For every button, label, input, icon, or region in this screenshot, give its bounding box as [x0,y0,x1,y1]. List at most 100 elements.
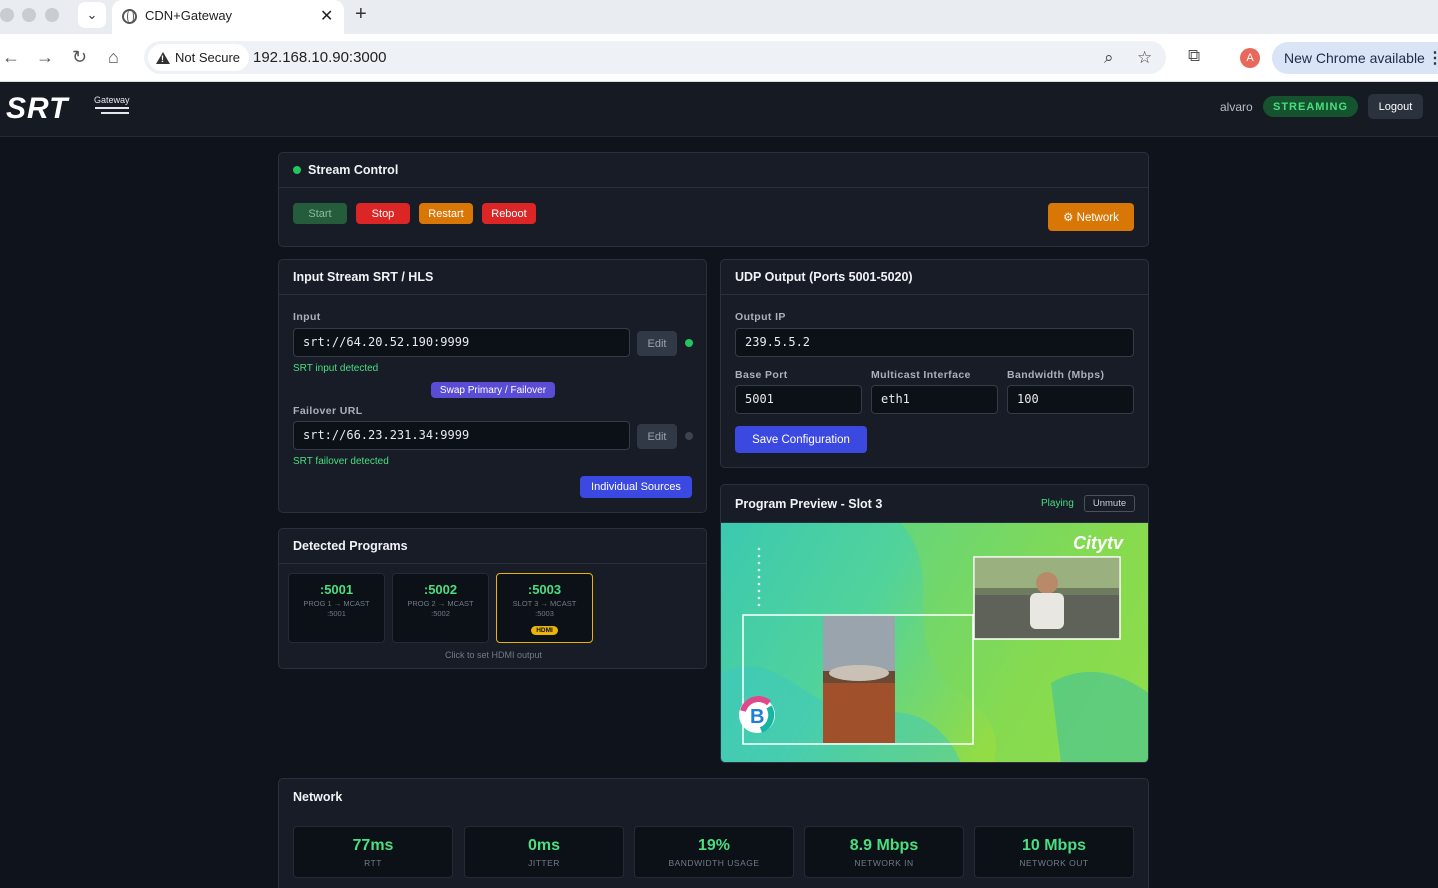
input-stream-header: Input Stream SRT / HLS [279,260,706,295]
stat-label: NETWORK OUT [1019,858,1089,868]
input-label: Input [293,311,321,323]
multicast-interface-label: Multicast Interface [871,369,971,381]
video-preview[interactable]: B Citytv [721,523,1148,762]
programs-hint: Click to set HDMI output [444,650,543,660]
stream-control-header: Stream Control [279,153,1148,188]
stream-control-title: Stream Control [308,163,399,177]
reboot-button[interactable]: Reboot [482,203,536,224]
window-minimize-control[interactable] [22,8,36,22]
stat-network-in: 8.9 Mbps NETWORK IN [804,826,964,878]
udp-output-header: UDP Output (Ports 5001-5020) [721,260,1148,295]
stat-value: 77ms [352,837,394,854]
playback-state: Playing [1041,498,1074,509]
program-desc: SLOT 3 → MCAST :5003 [512,599,577,618]
forward-arrow-icon[interactable]: → [36,47,54,68]
window-maximize-control[interactable] [45,8,59,22]
app-header: SRT Gateway alvaro STREAMING Logout [0,82,1438,137]
security-chip[interactable]: Not Secure [148,44,250,71]
extensions-puzzle-icon[interactable]: ⧉ [1188,46,1200,66]
browser-tab-strip: ⌄ CDN+Gateway ✕ + [0,0,1438,34]
logout-button[interactable]: Logout [1368,94,1423,119]
stat-value: 0ms [527,837,561,854]
stat-label: NETWORK IN [854,858,914,868]
failover-status-text: SRT failover detected [293,456,389,467]
edit-failover-button[interactable]: Edit [637,424,677,449]
url-text[interactable]: 192.168.10.90:3000 [253,49,386,66]
program-card-5003[interactable]: :5003 SLOT 3 → MCAST :5003 HDMI [496,573,593,643]
zoom-icon[interactable]: ⌕ [1104,48,1114,68]
output-ip-label: Output IP [735,311,786,323]
tab-close-icon[interactable]: ✕ [320,6,333,26]
stat-rtt: 77ms RTT [293,826,453,878]
stat-value: 19% [697,837,731,854]
program-port: :5001 [319,582,354,597]
browser-toolbar: ← → ↻ ⌂ Not Secure 192.168.10.90:3000 ⌕ … [0,34,1438,82]
udp-output-card: UDP Output (Ports 5001-5020) Output IP 2… [720,259,1149,468]
warning-icon [156,51,170,64]
network-settings-button[interactable]: ⚙ Network [1048,203,1134,231]
profile-avatar[interactable]: A [1240,48,1260,68]
failover-label: Failover URL [293,405,363,417]
tab-search-chevron-icon[interactable]: ⌄ [78,2,106,28]
menu-kebab-icon[interactable]: ⋮ [1427,48,1438,68]
edit-input-button[interactable]: Edit [637,331,677,356]
start-button[interactable]: Start [293,203,347,224]
bookmark-star-icon[interactable]: ☆ [1137,48,1152,68]
svg-text:B: B [750,706,764,728]
logo-subtitle: Gateway [94,95,130,105]
stat-value: 10 Mbps [1021,837,1086,854]
logo-text: SRT [6,92,69,125]
failover-status-dot [685,432,693,440]
window-close-control[interactable] [0,8,14,22]
preview-title: Program Preview - Slot 3 [735,496,883,511]
tab-title: CDN+Gateway [145,8,233,23]
network-header: Network [293,789,343,804]
stat-label: JITTER [528,858,560,868]
base-port-field[interactable]: 5001 [735,385,862,414]
input-url-field[interactable]: srt://64.20.52.190:9999 [293,328,630,357]
program-desc: PROG 1 → MCAST :5001 [303,599,370,618]
back-arrow-icon[interactable]: ← [2,47,20,68]
stat-jitter: 0ms JITTER [464,826,624,878]
input-stream-card: Input Stream SRT / HLS Input srt://64.20… [278,259,707,513]
save-configuration-button[interactable]: Save Configuration [735,426,867,453]
hdmi-badge: HDMI [531,626,558,635]
unmute-button[interactable]: Unmute [1084,495,1135,512]
swap-primary-failover-button[interactable]: Swap Primary / Failover [431,382,555,398]
multicast-interface-field[interactable]: eth1 [871,385,998,414]
stat-network-out: 10 Mbps NETWORK OUT [974,826,1134,878]
security-label: Not Secure [175,50,241,65]
input-status-text: SRT input detected [293,363,379,374]
output-ip-field[interactable]: 239.5.5.2 [735,328,1134,357]
stat-bandwidth-usage: 19% BANDWIDTH USAGE [634,826,794,878]
logo-lines-icon [95,107,129,119]
program-card-5002[interactable]: :5002 PROG 2 → MCAST :5002 [392,573,489,643]
program-port: :5002 [423,582,458,597]
address-bar[interactable]: Not Secure 192.168.10.90:3000 ⌕ ☆ [144,41,1166,74]
channel-logo: Citytv [1073,533,1124,553]
restart-button[interactable]: Restart [419,203,473,224]
stop-button[interactable]: Stop [356,203,410,224]
browser-tab[interactable]: CDN+Gateway ✕ [112,0,344,34]
failover-url-field[interactable]: srt://66.23.231.34:9999 [293,421,630,450]
detected-programs-header: Detected Programs [279,529,706,564]
stat-value: 8.9 Mbps [849,837,919,854]
home-icon[interactable]: ⌂ [108,47,119,68]
base-port-label: Base Port [735,369,788,381]
new-tab-icon[interactable]: + [355,3,367,26]
bandwidth-field[interactable]: 100 [1007,385,1134,414]
individual-sources-button[interactable]: Individual Sources [580,476,692,498]
username: alvaro [1220,100,1253,114]
live-dot-icon [293,166,301,174]
update-chrome-button[interactable]: New Chrome available [1272,42,1438,74]
video-frame-art: B [721,523,1148,762]
stream-control-card: Stream Control Start Stop Restart Reboot… [278,152,1149,247]
bandwidth-label: Bandwidth (Mbps) [1007,369,1105,381]
reload-icon[interactable]: ↻ [72,47,87,68]
program-preview-card: Program Preview - Slot 3 Playing Unmute [720,484,1149,763]
status-badge: STREAMING [1263,96,1358,117]
network-card: Network 77ms RTT 0ms JITTER 19% BANDWIDT… [278,778,1149,888]
program-card-5001[interactable]: :5001 PROG 1 → MCAST :5001 [288,573,385,643]
input-status-dot [685,339,693,347]
program-desc: PROG 2 → MCAST :5002 [407,599,474,618]
